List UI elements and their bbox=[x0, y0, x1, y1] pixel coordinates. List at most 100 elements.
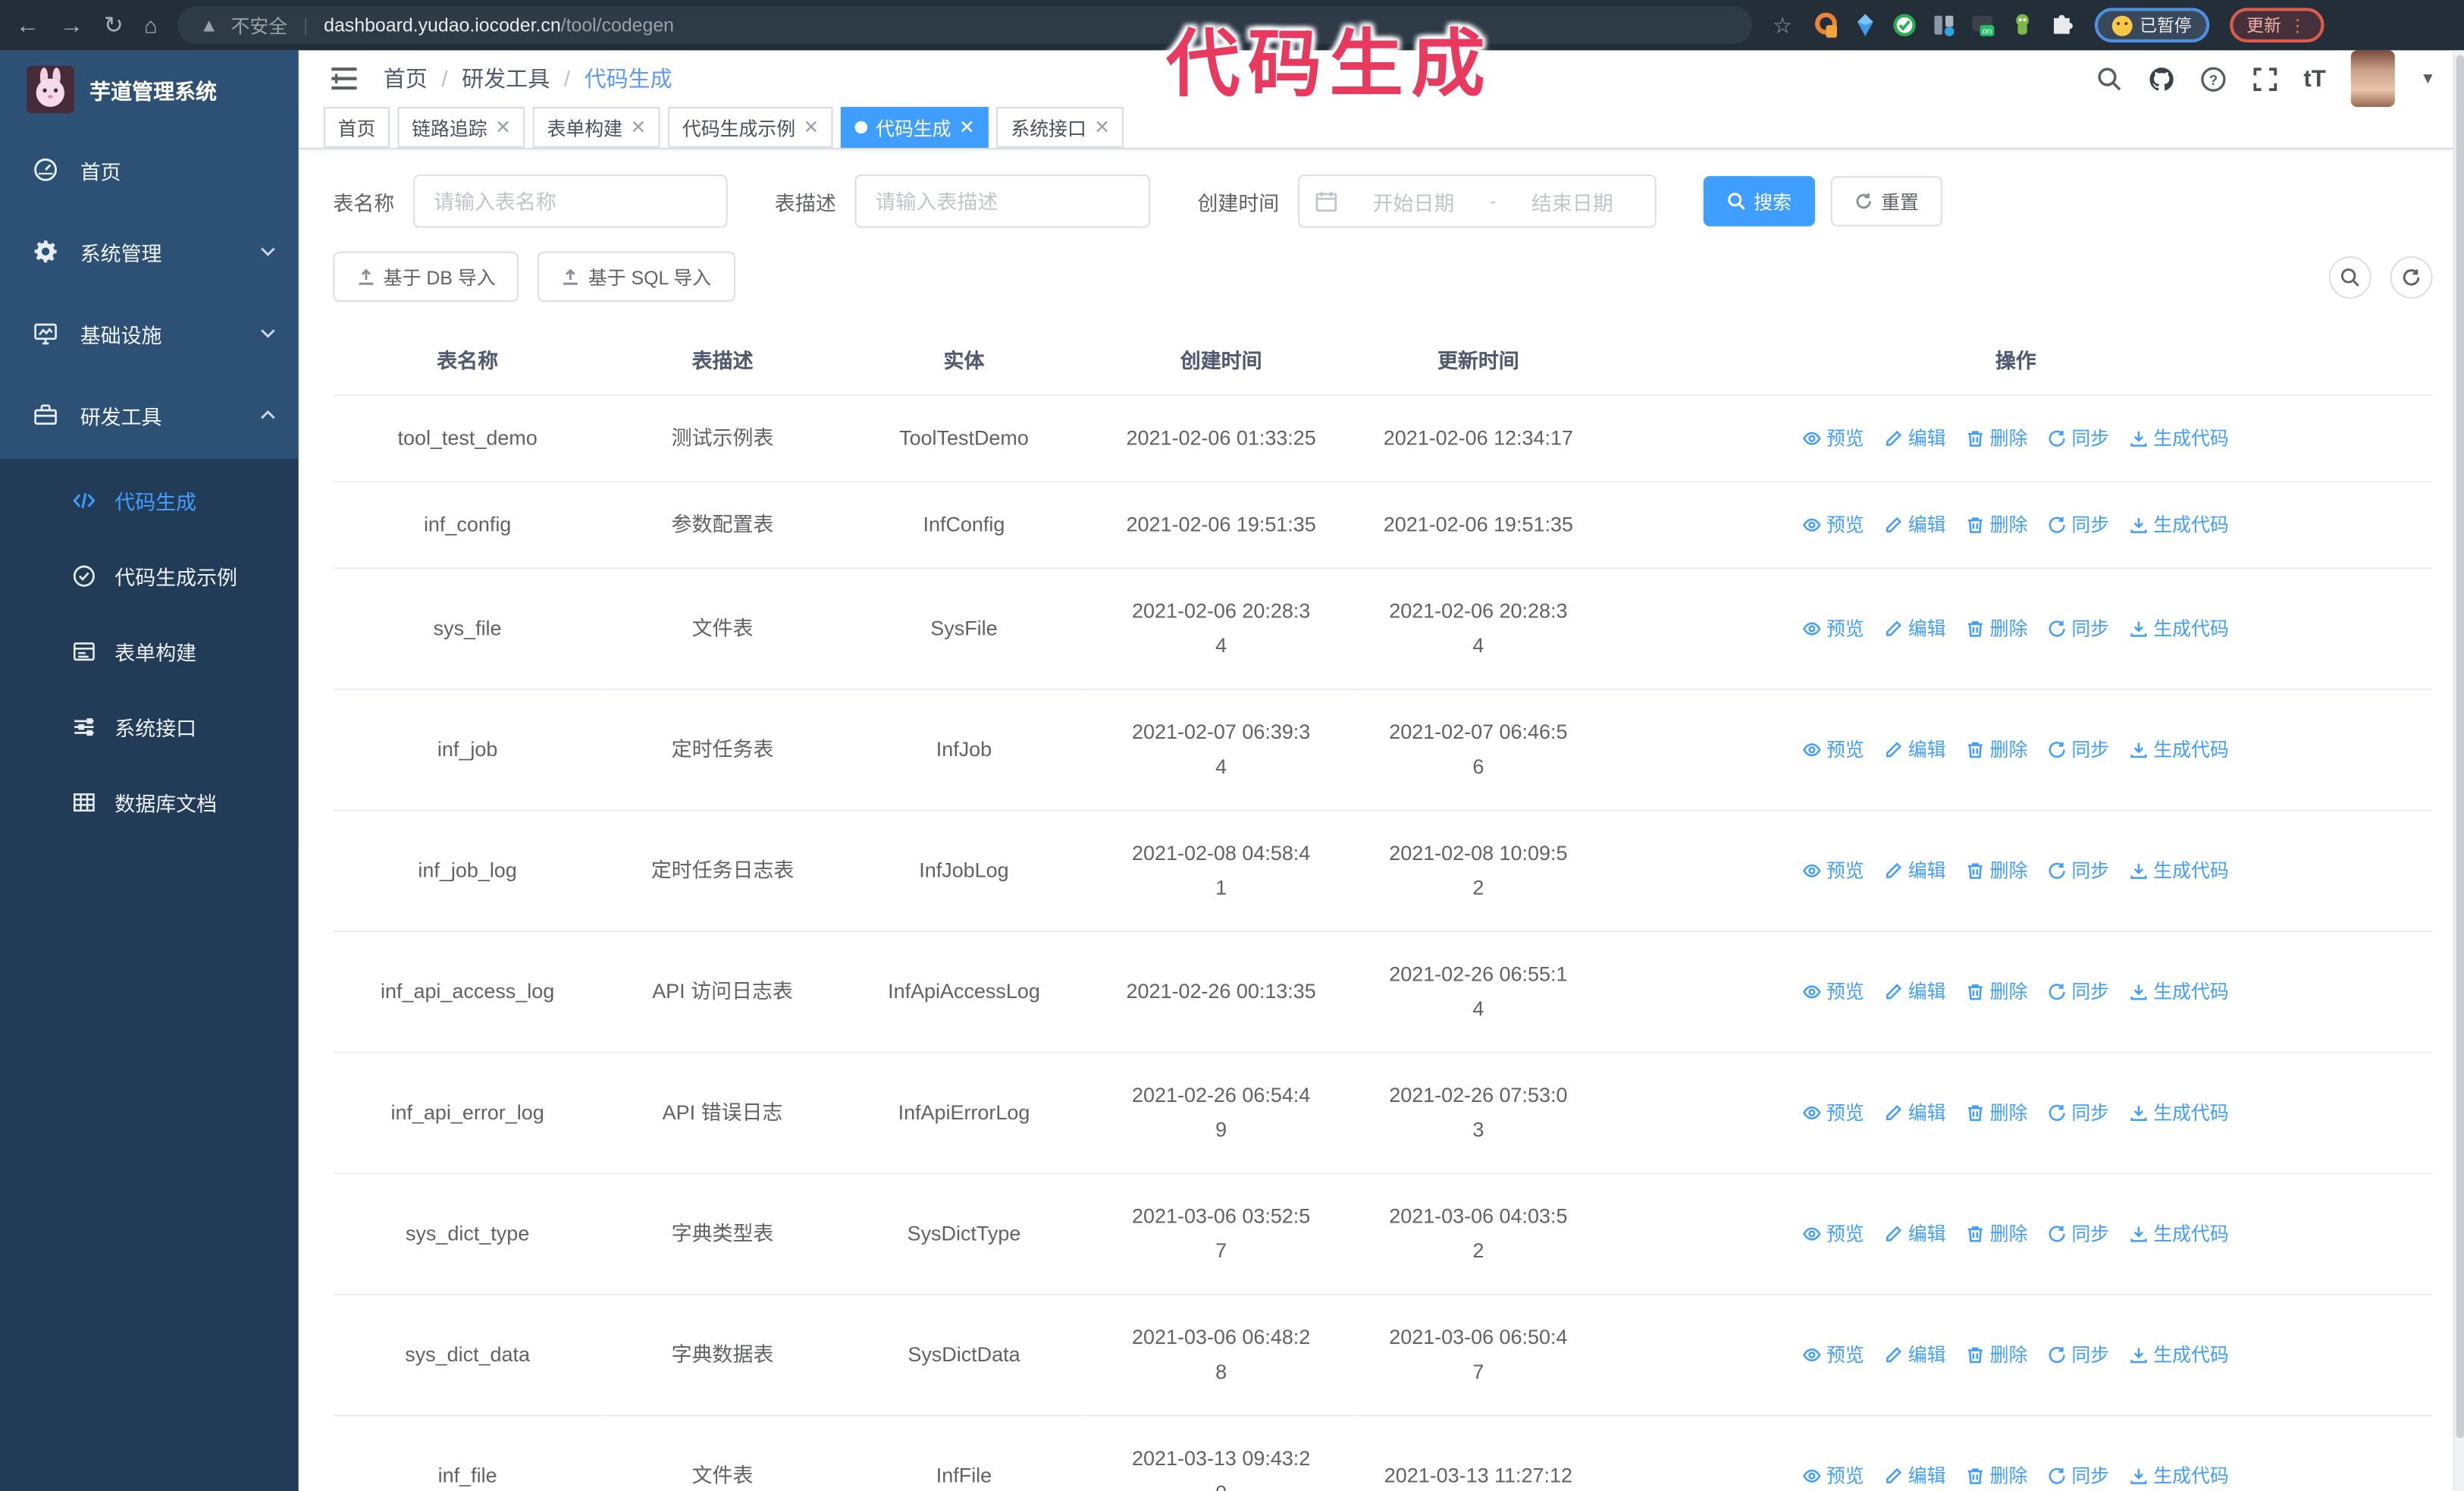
generate-button[interactable]: 生成代码 bbox=[2130, 611, 2229, 646]
table-name-input[interactable] bbox=[413, 174, 728, 228]
breadcrumb-dev-tools[interactable]: 研发工具 bbox=[462, 63, 550, 94]
edit-button[interactable]: 编辑 bbox=[1885, 1338, 1946, 1373]
search-icon[interactable] bbox=[2096, 65, 2123, 92]
github-icon[interactable] bbox=[2148, 65, 2174, 92]
close-icon[interactable]: ✕ bbox=[804, 118, 820, 137]
generate-button[interactable]: 生成代码 bbox=[2130, 507, 2229, 542]
delete-button[interactable]: 删除 bbox=[1966, 1338, 2027, 1373]
edit-button[interactable]: 编辑 bbox=[1885, 1458, 1946, 1491]
delete-button[interactable]: 删除 bbox=[1966, 507, 2027, 542]
edit-button[interactable]: 编辑 bbox=[1885, 421, 1946, 456]
breadcrumb-home[interactable]: 首页 bbox=[384, 63, 428, 94]
generate-button[interactable]: 生成代码 bbox=[2130, 1216, 2229, 1251]
back-icon[interactable]: ← bbox=[16, 14, 39, 37]
hamburger-icon[interactable] bbox=[330, 66, 358, 91]
sync-button[interactable]: 同步 bbox=[2048, 1216, 2109, 1251]
sync-button[interactable]: 同步 bbox=[2048, 1458, 2109, 1491]
search-button[interactable]: 搜索 bbox=[1703, 176, 1816, 227]
close-icon[interactable]: ✕ bbox=[959, 118, 975, 137]
edit-button[interactable]: 编辑 bbox=[1885, 507, 1946, 542]
close-icon[interactable]: ✕ bbox=[630, 118, 646, 137]
sync-button[interactable]: 同步 bbox=[2048, 507, 2109, 542]
delete-button[interactable]: 删除 bbox=[1966, 853, 2027, 888]
dark-on-extension-icon[interactable]: on bbox=[1970, 13, 1995, 38]
generate-button[interactable]: 生成代码 bbox=[2130, 853, 2229, 888]
font-size-icon[interactable]: tT bbox=[2303, 65, 2325, 92]
address-bar[interactable]: ▲ 不安全 | dashboard.yudao.iocoder.cn/tool/… bbox=[177, 6, 1753, 45]
delete-button[interactable]: 删除 bbox=[1966, 975, 2027, 1009]
puzzle-extension-icon[interactable] bbox=[2049, 13, 2074, 38]
browser-update-button[interactable]: 更新 ⋮ bbox=[2229, 8, 2324, 42]
home-icon[interactable]: ⌂ bbox=[144, 14, 158, 36]
sync-button[interactable]: 同步 bbox=[2048, 975, 2109, 1009]
preview-button[interactable]: 预览 bbox=[1803, 975, 1864, 1009]
sync-button[interactable]: 同步 bbox=[2048, 733, 2109, 767]
app-logo[interactable]: 芋道管理系统 bbox=[0, 50, 299, 129]
grid-extension-icon[interactable] bbox=[1931, 13, 1956, 38]
preview-button[interactable]: 预览 bbox=[1803, 421, 1864, 456]
sidebar-subitem-4[interactable]: 数据库文档 bbox=[0, 764, 299, 839]
sidebar-subitem-2[interactable]: 表单构建 bbox=[0, 613, 299, 688]
generate-button[interactable]: 生成代码 bbox=[2130, 1338, 2229, 1373]
page-scrollbar[interactable] bbox=[2453, 50, 2464, 1491]
preview-button[interactable]: 预览 bbox=[1803, 853, 1864, 888]
orange-extension-icon[interactable] bbox=[1813, 12, 1838, 38]
edit-button[interactable]: 编辑 bbox=[1885, 733, 1946, 767]
forward-icon[interactable]: → bbox=[60, 14, 83, 37]
search-circle-icon[interactable] bbox=[2328, 255, 2372, 298]
tab-4[interactable]: 代码生成 ✕ bbox=[841, 106, 989, 148]
preview-button[interactable]: 预览 bbox=[1803, 1096, 1864, 1131]
tab-2[interactable]: 表单构建 ✕ bbox=[532, 106, 660, 148]
edit-button[interactable]: 编辑 bbox=[1885, 1216, 1946, 1251]
generate-button[interactable]: 生成代码 bbox=[2130, 421, 2229, 456]
sync-button[interactable]: 同步 bbox=[2048, 1338, 2109, 1373]
import-db-button[interactable]: 基于 DB 导入 bbox=[333, 251, 519, 302]
help-icon[interactable]: ? bbox=[2200, 65, 2227, 92]
edit-button[interactable]: 编辑 bbox=[1885, 1096, 1946, 1131]
sidebar-subitem-3[interactable]: 系统接口 bbox=[0, 689, 299, 764]
close-icon[interactable]: ✕ bbox=[1094, 118, 1110, 137]
sidebar-subitem-1[interactable]: 代码生成示例 bbox=[0, 538, 299, 613]
preview-button[interactable]: 预览 bbox=[1803, 1338, 1864, 1373]
check-extension-icon[interactable] bbox=[1892, 13, 1917, 38]
scrollbar-thumb[interactable] bbox=[2456, 55, 2464, 1439]
sidebar-item-1[interactable]: 系统管理 bbox=[0, 211, 299, 293]
delete-button[interactable]: 删除 bbox=[1966, 1216, 2027, 1251]
date-range-picker[interactable]: 开始日期 - 结束日期 bbox=[1298, 174, 1657, 228]
import-sql-button[interactable]: 基于 SQL 导入 bbox=[538, 251, 735, 302]
tab-3[interactable]: 代码生成示例 ✕ bbox=[668, 106, 834, 148]
tab-5[interactable]: 系统接口 ✕ bbox=[996, 106, 1124, 148]
paused-profile-badge[interactable]: 已暂停 bbox=[2094, 8, 2209, 42]
edit-button[interactable]: 编辑 bbox=[1885, 611, 1946, 646]
delete-button[interactable]: 删除 bbox=[1966, 611, 2027, 646]
table-desc-input[interactable] bbox=[854, 174, 1151, 228]
sync-button[interactable]: 同步 bbox=[2048, 611, 2109, 646]
generate-button[interactable]: 生成代码 bbox=[2130, 733, 2229, 767]
gem-extension-icon[interactable] bbox=[1852, 13, 1877, 38]
preview-button[interactable]: 预览 bbox=[1803, 1458, 1864, 1491]
tab-0[interactable]: 首页 bbox=[323, 106, 390, 148]
sync-button[interactable]: 同步 bbox=[2048, 853, 2109, 888]
reload-icon[interactable]: ↻ bbox=[104, 14, 124, 37]
close-icon[interactable]: ✕ bbox=[495, 118, 511, 137]
reset-button[interactable]: 重置 bbox=[1830, 176, 1943, 227]
sidebar-item-2[interactable]: 基础设施 bbox=[0, 293, 299, 375]
generate-button[interactable]: 生成代码 bbox=[2130, 1096, 2229, 1131]
chevron-down-icon[interactable]: ▼ bbox=[2420, 70, 2436, 87]
sidebar-subitem-0[interactable]: 代码生成 bbox=[0, 462, 299, 537]
bookmark-star-icon[interactable]: ☆ bbox=[1773, 12, 1792, 39]
sidebar-item-0[interactable]: 首页 bbox=[0, 129, 299, 211]
edit-button[interactable]: 编辑 bbox=[1885, 853, 1946, 888]
green-extension-icon[interactable] bbox=[2009, 13, 2034, 38]
sync-button[interactable]: 同步 bbox=[2048, 1096, 2109, 1131]
delete-button[interactable]: 删除 bbox=[1966, 1096, 2027, 1131]
delete-button[interactable]: 删除 bbox=[1966, 421, 2027, 456]
browser-menu-icon[interactable]: ⋮ bbox=[2289, 15, 2306, 36]
sidebar-item-3[interactable]: 研发工具 bbox=[0, 374, 299, 456]
preview-button[interactable]: 预览 bbox=[1803, 507, 1864, 542]
preview-button[interactable]: 预览 bbox=[1803, 733, 1864, 767]
generate-button[interactable]: 生成代码 bbox=[2130, 1458, 2229, 1491]
preview-button[interactable]: 预览 bbox=[1803, 611, 1864, 646]
generate-button[interactable]: 生成代码 bbox=[2130, 975, 2229, 1009]
preview-button[interactable]: 预览 bbox=[1803, 1216, 1864, 1251]
